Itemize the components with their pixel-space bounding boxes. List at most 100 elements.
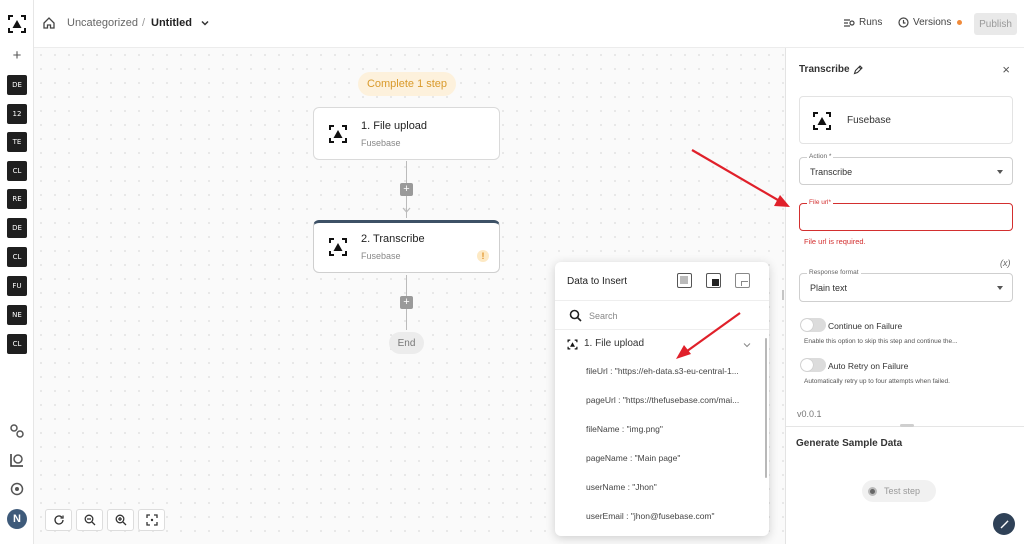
rail-item-6[interactable]: DE (7, 218, 27, 238)
view-full-icon[interactable] (677, 273, 692, 288)
rail-item-7[interactable]: CL (7, 247, 27, 267)
test-step-button[interactable]: Test step (862, 480, 936, 502)
magic-wand-icon (1000, 519, 1009, 528)
node-title: 2. Transcribe (361, 233, 425, 245)
fit-view-icon (145, 514, 158, 526)
zoom-out-icon (84, 514, 95, 526)
rail-item-3[interactable]: TE (7, 132, 27, 152)
edit-pencil-icon[interactable] (853, 64, 863, 75)
response-format-select[interactable]: Response format Plain text (799, 269, 1013, 302)
refresh-icon (53, 515, 64, 525)
runs-icon (844, 18, 855, 27)
fit-view-button[interactable] (138, 509, 165, 531)
home-icon[interactable] (42, 16, 56, 30)
rail-item-9[interactable]: NE (7, 305, 27, 325)
add-step-button[interactable]: + (400, 296, 413, 309)
view-dock-bottom-icon[interactable] (735, 273, 750, 288)
rail-item-4[interactable]: CL (7, 161, 27, 181)
continue-on-failure-label: Continue on Failure (828, 321, 903, 331)
step-settings-panel: Transcribe × Fusebase Action * Transcrib… (785, 48, 1024, 544)
status-pill: Complete 1 step (358, 72, 456, 96)
rail-item-8[interactable]: FU (7, 276, 27, 296)
popup-scrollbar[interactable] (765, 338, 767, 478)
unsaved-dot (957, 20, 963, 25)
flow-node-transcribe[interactable]: 2. Transcribe Fusebase ! (313, 220, 500, 273)
flow-title[interactable]: Untitled (151, 17, 192, 29)
panel-title-text: Transcribe (799, 64, 850, 75)
add-flow-button[interactable]: + (0, 47, 34, 64)
runs-button[interactable]: Runs (843, 17, 882, 28)
breadcrumb-folder[interactable]: Uncategorized (67, 17, 138, 29)
data-field-useremail[interactable]: userEmail : "jhon@fusebase.com" (586, 511, 762, 521)
flows-icon[interactable] (8, 451, 26, 469)
fusebase-icon (813, 112, 831, 130)
rail-item-2[interactable]: 12 (7, 104, 27, 124)
arrow-down-icon (402, 207, 411, 213)
panel-title[interactable]: Transcribe (799, 64, 863, 75)
close-icon[interactable]: × (1002, 62, 1010, 77)
data-field-filename[interactable]: fileName : "img.png" (586, 424, 762, 434)
insert-variable-icon[interactable]: (x) (1000, 258, 1011, 268)
zoom-in-button[interactable] (107, 509, 134, 531)
radio-icon (868, 486, 877, 496)
data-field-pageurl[interactable]: pageUrl : "https://thefusebase.com/mai..… (586, 395, 762, 405)
fusebase-icon (567, 339, 578, 350)
auto-retry-toggle[interactable] (800, 358, 826, 372)
data-field-pagename[interactable]: pageName : "Main page" (586, 453, 762, 463)
settings-icon[interactable] (8, 480, 26, 498)
rail-item-1[interactable]: DE (7, 75, 27, 95)
continue-on-failure-toggle[interactable] (800, 318, 826, 332)
rail-item-5[interactable]: RE (7, 189, 27, 209)
fusebase-icon (329, 125, 347, 143)
node-title: 1. File upload (361, 120, 428, 132)
versions-button[interactable]: Versions (898, 17, 963, 28)
dropdown-caret-icon (997, 170, 1003, 174)
connections-icon[interactable] (8, 422, 26, 440)
search-input[interactable] (589, 308, 749, 324)
reset-view-button[interactable] (45, 509, 72, 531)
action-value: Transcribe (810, 167, 853, 177)
file-url-label: File url* (807, 199, 834, 206)
panel-resize-handle[interactable] (782, 290, 784, 300)
popup-search (555, 300, 769, 330)
rail-item-10[interactable]: CL (7, 334, 27, 354)
step-group-file-upload[interactable]: 1. File upload (567, 338, 757, 352)
file-url-field[interactable]: File url* (799, 199, 1013, 231)
zoom-out-button[interactable] (76, 509, 103, 531)
breadcrumb-separator: / (142, 17, 146, 29)
file-url-error: File url is required. (804, 237, 866, 246)
section-resize-handle[interactable] (900, 424, 914, 427)
flow-node-file-upload[interactable]: 1. File upload Fusebase (313, 107, 500, 160)
chevron-down-icon[interactable] (200, 18, 210, 28)
group-label: 1. File upload (584, 338, 645, 349)
response-format-label: Response format (807, 269, 861, 276)
versions-label: Versions (913, 17, 952, 28)
node-app: Fusebase (361, 251, 401, 261)
chevron-down-icon[interactable] (743, 341, 751, 349)
response-format-value: Plain text (810, 283, 848, 293)
data-field-username[interactable]: userName : "Jhon" (586, 482, 762, 492)
add-step-button[interactable]: + (400, 183, 413, 196)
search-icon (569, 309, 582, 322)
fusebase-icon (329, 238, 347, 256)
magic-wand-button[interactable] (993, 513, 1015, 535)
fusebase-logo-icon[interactable] (7, 14, 27, 34)
warning-icon: ! (477, 250, 489, 262)
test-step-label: Test step (884, 486, 921, 496)
dropdown-caret-icon (997, 286, 1003, 290)
canvas-controls (45, 509, 169, 533)
auto-retry-desc: Automatically retry up to four attempts … (804, 378, 950, 385)
view-dock-right-icon[interactable] (706, 273, 721, 288)
data-to-insert-popup: Data to Insert 1. File upload fileUrl : … (555, 262, 769, 536)
generate-sample-title: Generate Sample Data (796, 438, 903, 449)
data-field-fileurl[interactable]: fileUrl : "https://eh-data.s3-eu-central… (586, 366, 762, 376)
continue-on-failure-desc: Enable this option to skip this step and… (804, 338, 958, 345)
publish-button[interactable]: Publish (974, 13, 1017, 35)
app-card[interactable]: Fusebase (799, 96, 1013, 144)
left-rail: + DE 12 TE CL RE DE CL FU NE CL N (0, 0, 34, 544)
avatar[interactable]: N (7, 509, 27, 529)
popup-title: Data to Insert (567, 276, 628, 287)
history-icon (898, 17, 909, 28)
top-bar: Uncategorized / Untitled (34, 0, 785, 48)
action-select[interactable]: Action * Transcribe (799, 153, 1013, 185)
